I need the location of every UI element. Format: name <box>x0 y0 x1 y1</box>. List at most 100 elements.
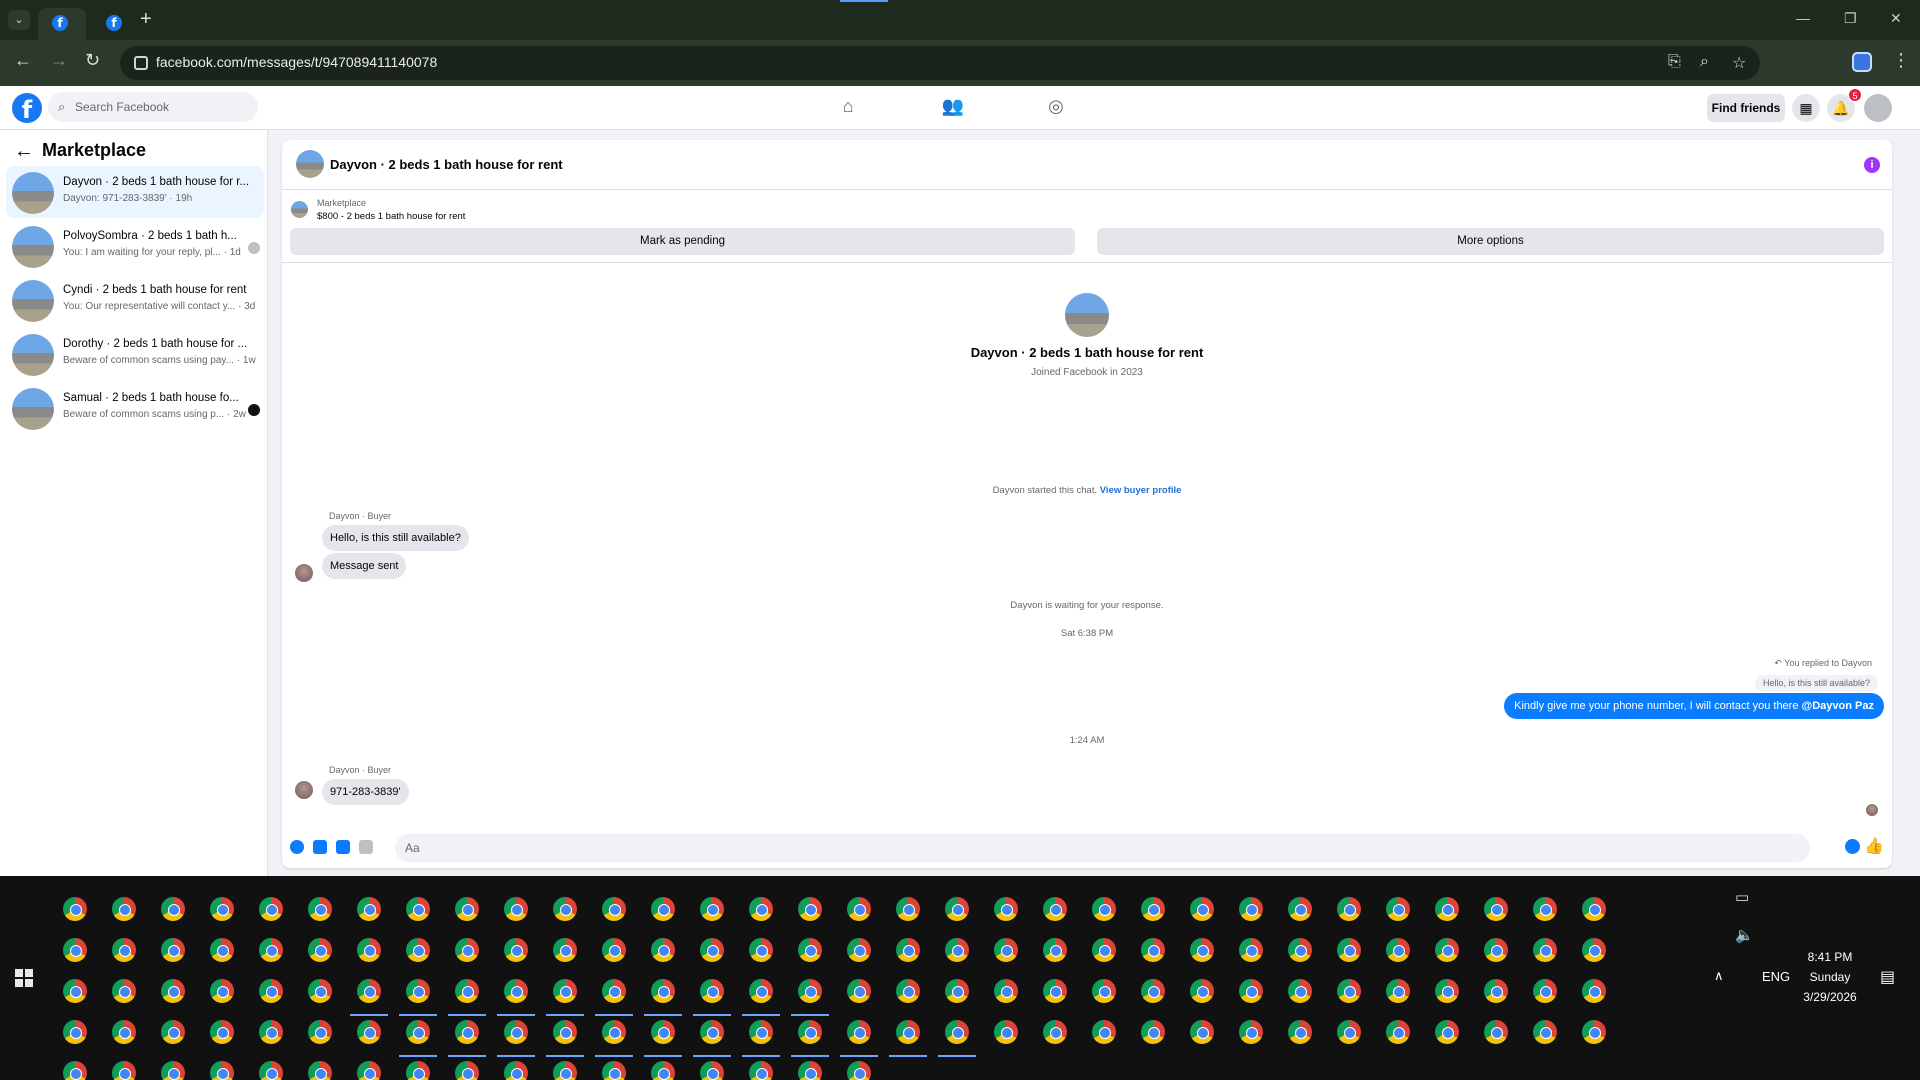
chrome-taskbar-icon[interactable] <box>259 979 283 1003</box>
chrome-taskbar-icon[interactable] <box>798 897 822 921</box>
sender-avatar[interactable] <box>295 781 313 799</box>
chrome-taskbar-icon[interactable] <box>700 938 724 962</box>
chrome-taskbar-icon[interactable] <box>1435 979 1459 1003</box>
chrome-taskbar-icon[interactable] <box>406 979 430 1003</box>
chrome-taskbar-icon[interactable] <box>847 1061 871 1080</box>
chrome-taskbar-icon[interactable] <box>1386 1020 1410 1044</box>
chrome-taskbar-icon[interactable] <box>602 938 626 962</box>
new-tab-button[interactable]: + <box>140 8 152 31</box>
chrome-taskbar-icon[interactable] <box>1190 897 1214 921</box>
reload-icon[interactable]: ↻ <box>85 50 100 71</box>
chrome-taskbar-icon[interactable] <box>259 1020 283 1044</box>
chrome-taskbar-icon[interactable] <box>700 1061 724 1080</box>
chrome-taskbar-icon[interactable] <box>112 897 136 921</box>
chrome-taskbar-icon[interactable] <box>455 1020 479 1044</box>
extension-icon[interactable] <box>1852 52 1872 72</box>
chrome-taskbar-icon[interactable] <box>357 897 381 921</box>
chrome-taskbar-icon[interactable] <box>63 979 87 1003</box>
chrome-taskbar-icon[interactable] <box>749 1020 773 1044</box>
more-options-button[interactable]: More options <box>1097 228 1884 255</box>
search-facebook-input[interactable]: ⌕ Search Facebook <box>48 92 258 122</box>
chrome-taskbar-icon[interactable] <box>1386 897 1410 921</box>
clock-date[interactable]: 3/29/2026 <box>1782 990 1878 1004</box>
chrome-taskbar-icon[interactable] <box>1337 897 1361 921</box>
microphone-icon[interactable] <box>290 840 304 854</box>
chrome-taskbar-icon[interactable] <box>1239 1020 1263 1044</box>
chrome-taskbar-icon[interactable] <box>406 938 430 962</box>
chrome-taskbar-icon[interactable] <box>994 1020 1018 1044</box>
windows-start-icon[interactable] <box>15 969 33 987</box>
chrome-taskbar-icon[interactable] <box>798 1061 822 1080</box>
chrome-taskbar-icon[interactable] <box>602 979 626 1003</box>
chrome-taskbar-icon[interactable] <box>1337 938 1361 962</box>
chrome-taskbar-icon[interactable] <box>308 979 332 1003</box>
chrome-taskbar-icon[interactable] <box>504 897 528 921</box>
chrome-taskbar-icon[interactable] <box>1582 1020 1606 1044</box>
address-bar[interactable]: facebook.com/messages/t/947089411140078 … <box>120 46 1760 80</box>
chrome-taskbar-icon[interactable] <box>896 938 920 962</box>
chrome-taskbar-icon[interactable] <box>1190 1020 1214 1044</box>
chrome-taskbar-icon[interactable] <box>1141 897 1165 921</box>
chrome-taskbar-icon[interactable] <box>847 938 871 962</box>
conversation-item[interactable]: Dayvon · 2 beds 1 bath house for r... Da… <box>6 166 264 218</box>
chrome-taskbar-icon[interactable] <box>63 1061 87 1080</box>
chrome-taskbar-icon[interactable] <box>455 938 479 962</box>
zoom-icon[interactable]: ⌕ <box>1700 53 1709 71</box>
chrome-taskbar-icon[interactable] <box>1435 897 1459 921</box>
chrome-taskbar-icon[interactable] <box>504 1061 528 1080</box>
chrome-taskbar-icon[interactable] <box>308 897 332 921</box>
chrome-taskbar-icon[interactable] <box>896 1020 920 1044</box>
clock-day[interactable]: Sunday <box>1782 970 1878 984</box>
find-friends-button[interactable]: Find friends <box>1707 94 1785 122</box>
chrome-taskbar-icon[interactable] <box>210 897 234 921</box>
sticker-icon[interactable] <box>336 840 350 854</box>
chrome-taskbar-icon[interactable] <box>1582 938 1606 962</box>
chrome-taskbar-icon[interactable] <box>602 1020 626 1044</box>
chrome-taskbar-icon[interactable] <box>896 979 920 1003</box>
chrome-taskbar-icon[interactable] <box>1582 897 1606 921</box>
chat-title[interactable]: Dayvon · 2 beds 1 bath house for rent <box>330 157 563 172</box>
install-app-icon[interactable]: ⎘ <box>1668 53 1681 71</box>
chrome-taskbar-icon[interactable] <box>1190 938 1214 962</box>
chrome-taskbar-icon[interactable] <box>210 979 234 1003</box>
chrome-taskbar-icon[interactable] <box>553 938 577 962</box>
sender-avatar[interactable] <box>295 564 313 582</box>
chrome-taskbar-icon[interactable] <box>749 897 773 921</box>
chrome-taskbar-icon[interactable] <box>161 1061 185 1080</box>
chrome-taskbar-icon[interactable] <box>259 1061 283 1080</box>
chrome-taskbar-icon[interactable] <box>112 938 136 962</box>
notifications-icon[interactable]: ▤ <box>1880 967 1895 987</box>
chrome-taskbar-icon[interactable] <box>553 1020 577 1044</box>
chrome-taskbar-icon[interactable] <box>406 1020 430 1044</box>
chrome-taskbar-icon[interactable] <box>994 938 1018 962</box>
chrome-taskbar-icon[interactable] <box>112 1061 136 1080</box>
chrome-taskbar-icon[interactable] <box>455 897 479 921</box>
chrome-taskbar-icon[interactable] <box>1092 979 1116 1003</box>
tab-search-button[interactable]: ⌄ <box>8 10 30 30</box>
chrome-taskbar-icon[interactable] <box>1141 979 1165 1003</box>
chrome-taskbar-icon[interactable] <box>896 897 920 921</box>
chrome-taskbar-icon[interactable] <box>161 1020 185 1044</box>
chrome-taskbar-icon[interactable] <box>1239 897 1263 921</box>
conversation-item[interactable]: Cyndi · 2 beds 1 bath house for rent You… <box>6 274 264 326</box>
minimize-button[interactable]: — <box>1796 10 1810 26</box>
chrome-taskbar-icon[interactable] <box>602 897 626 921</box>
chrome-taskbar-icon[interactable] <box>945 1020 969 1044</box>
chrome-taskbar-icon[interactable] <box>994 979 1018 1003</box>
chrome-taskbar-icon[interactable] <box>308 1020 332 1044</box>
chrome-taskbar-icon[interactable] <box>63 1020 87 1044</box>
chrome-taskbar-icon[interactable] <box>945 938 969 962</box>
chrome-taskbar-icon[interactable] <box>1288 979 1312 1003</box>
chrome-taskbar-icon[interactable] <box>357 979 381 1003</box>
incoming-message[interactable]: Message sent <box>322 553 407 579</box>
chrome-taskbar-icon[interactable] <box>749 1061 773 1080</box>
chrome-taskbar-icon[interactable] <box>357 1061 381 1080</box>
chrome-taskbar-icon[interactable] <box>210 938 234 962</box>
profile-avatar[interactable] <box>1864 94 1892 122</box>
mark-as-pending-button[interactable]: Mark as pending <box>290 228 1075 255</box>
chrome-taskbar-icon[interactable] <box>1337 1020 1361 1044</box>
chrome-taskbar-icon[interactable] <box>1435 938 1459 962</box>
chrome-taskbar-icon[interactable] <box>210 1061 234 1080</box>
chrome-taskbar-icon[interactable] <box>553 979 577 1003</box>
chrome-taskbar-icon[interactable] <box>1190 979 1214 1003</box>
